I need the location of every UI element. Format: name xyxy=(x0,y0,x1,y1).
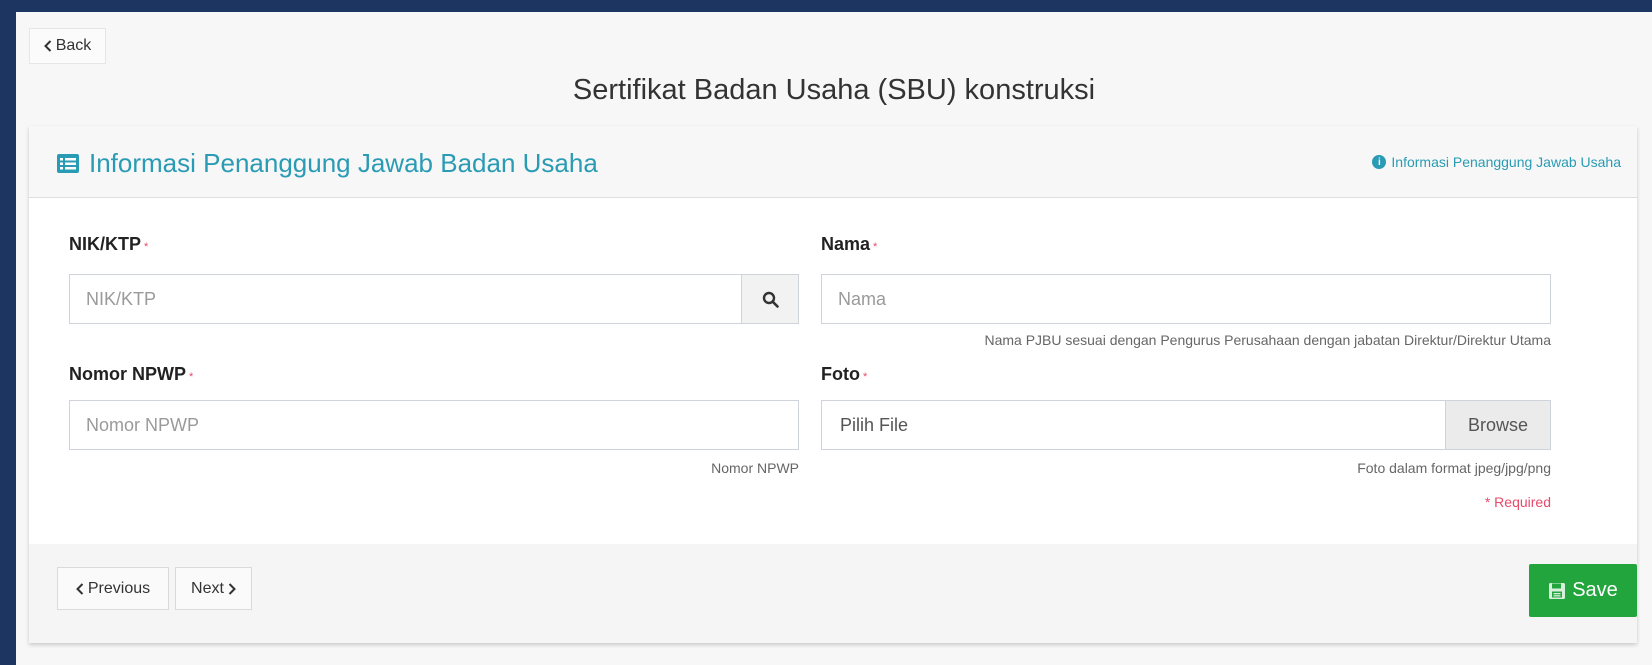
chevron-left-icon xyxy=(43,40,51,52)
next-label: Next xyxy=(191,579,224,597)
back-label: Back xyxy=(55,37,92,54)
info-link[interactable]: i Informasi Penanggung Jawab Usaha xyxy=(1372,154,1621,170)
card-footer: Previous Next Save xyxy=(29,544,1637,643)
required-star: * xyxy=(144,241,149,253)
back-button[interactable]: Back xyxy=(29,28,106,64)
foto-label: Foto * xyxy=(821,364,868,384)
nama-input[interactable] xyxy=(821,274,1551,324)
nik-label: NIK/KTP * xyxy=(69,234,149,254)
npwp-help: Nomor NPWP xyxy=(711,460,799,476)
section-title: Informasi Penanggung Jawab Badan Usaha xyxy=(57,148,598,179)
nik-input[interactable] xyxy=(69,274,742,324)
search-icon xyxy=(762,291,779,308)
browse-button[interactable]: Browse xyxy=(1445,401,1550,449)
nama-help: Nama PJBU sesuai dengan Pengurus Perusah… xyxy=(984,332,1551,348)
section-title-text: Informasi Penanggung Jawab Badan Usaha xyxy=(89,148,598,178)
foto-help: Foto dalam format jpeg/jpg/png xyxy=(1357,460,1551,476)
list-icon xyxy=(57,154,79,173)
previous-label: Previous xyxy=(87,579,151,597)
nama-label: Nama * xyxy=(821,234,878,254)
file-text: Pilih File xyxy=(840,414,909,435)
chevron-left-icon xyxy=(75,582,84,595)
previous-button[interactable]: Previous xyxy=(57,567,169,610)
nik-search-button[interactable] xyxy=(742,274,799,324)
card-header: Informasi Penanggung Jawab Badan Usaha i… xyxy=(29,126,1637,198)
info-icon: i xyxy=(1372,155,1387,169)
next-button[interactable]: Next xyxy=(175,567,252,610)
page-title: Sertifikat Badan Usaha (SBU) konstruksi xyxy=(572,74,1096,106)
form-card: Informasi Penanggung Jawab Badan Usaha i… xyxy=(29,126,1637,643)
npwp-input[interactable] xyxy=(69,400,799,450)
npwp-label: Nomor NPWP * xyxy=(69,364,194,384)
required-note: * Required xyxy=(1484,494,1551,510)
floppy-disk-icon xyxy=(1549,582,1566,599)
save-label: Save xyxy=(1572,579,1618,601)
info-link-text: Informasi Penanggung Jawab Usaha xyxy=(1391,154,1621,170)
foto-file-input[interactable]: Pilih File Browse xyxy=(821,400,1551,450)
page-container: Back Sertifikat Badan Usaha (SBU) konstr… xyxy=(16,12,1652,665)
required-star: * xyxy=(873,241,878,253)
required-star: * xyxy=(189,371,194,383)
required-star: * xyxy=(862,371,868,383)
chevron-right-icon xyxy=(228,582,236,595)
save-button[interactable]: Save xyxy=(1529,564,1637,617)
